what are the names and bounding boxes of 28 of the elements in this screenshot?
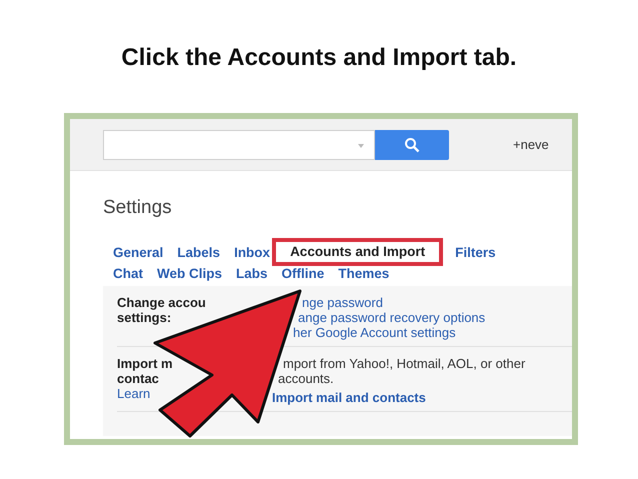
dropdown-caret-icon[interactable] — [358, 144, 364, 148]
label-text: settings: — [117, 310, 172, 325]
settings-tab[interactable]: Offline — [282, 263, 324, 284]
search-field[interactable] — [103, 130, 375, 160]
settings-link[interactable]: nge password — [302, 295, 486, 310]
search-button[interactable] — [375, 130, 449, 160]
page-heading: Settings — [103, 197, 173, 220]
label-text: mport from Yahoo!, Hotmail, AOL, or other — [283, 356, 526, 371]
settings-tab[interactable]: Web Clips — [157, 263, 222, 284]
settings-tab[interactable]: Labs — [236, 263, 268, 284]
label-text: Import m — [117, 356, 173, 371]
account-link[interactable]: +neve — [513, 137, 549, 152]
settings-tab[interactable]: General — [113, 242, 164, 262]
settings-tab[interactable]: Filters — [455, 242, 496, 262]
settings-link[interactable]: ange password recovery options — [298, 310, 486, 325]
label-text: accounts. — [278, 371, 335, 386]
settings-tab[interactable]: Inbox — [234, 242, 270, 262]
search-icon — [404, 136, 420, 152]
settings-tab[interactable]: Chat — [113, 263, 143, 284]
slide-title: Click the Accounts and Import tab. — [120, 43, 518, 73]
settings-tab[interactable]: Labels — [177, 242, 220, 262]
settings-tab[interactable]: Accounts and Import — [272, 238, 444, 266]
settings-link[interactable]: Learn — [117, 386, 150, 401]
label-text: contac — [117, 371, 159, 386]
settings-link[interactable]: her Google Account settings — [293, 325, 486, 340]
label-text: Change accou — [117, 295, 206, 310]
settings-tab[interactable]: Themes — [338, 263, 390, 284]
action-link[interactable]: Import mail and contacts — [272, 390, 526, 405]
